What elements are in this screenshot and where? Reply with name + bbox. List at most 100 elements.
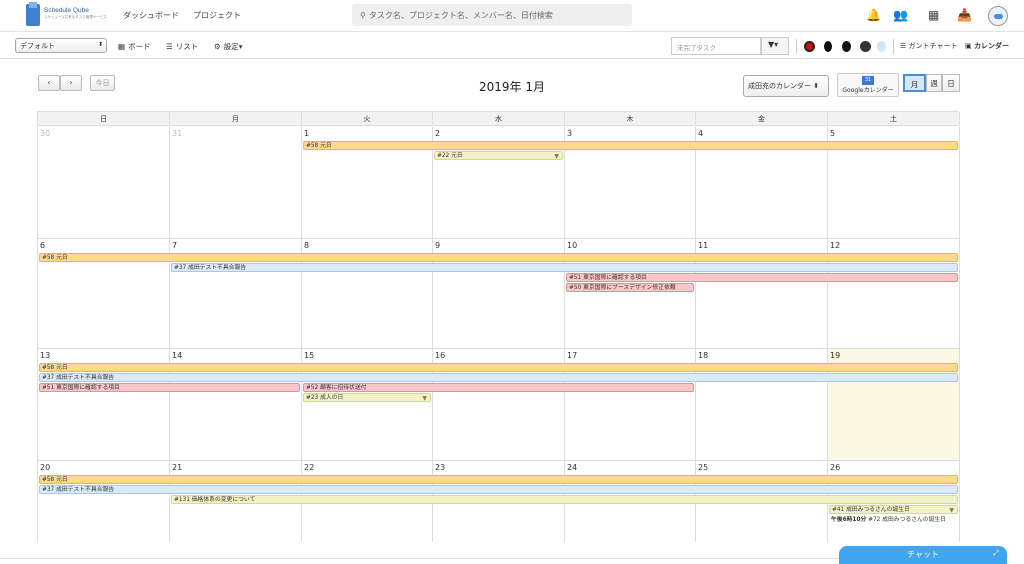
calendar-event[interactable]: #37 成田テスト不具合報告: [39, 485, 958, 494]
calendar-event[interactable]: #37 成田テスト不具合報告: [171, 263, 958, 272]
member-avatar[interactable]: [804, 41, 815, 52]
calendar-event[interactable]: #22 元日 ▼: [434, 151, 563, 160]
day-cell[interactable]: 30: [38, 127, 170, 238]
calendar-event[interactable]: #58 元日: [39, 475, 958, 484]
preset-select[interactable]: デフォルト ⬍: [15, 38, 107, 53]
day-number: 30: [40, 129, 51, 138]
day-number: 7: [172, 241, 178, 250]
day-number: 4: [698, 129, 704, 138]
google-calendar-label: Googleカレンダー: [842, 87, 894, 94]
gantt-icon: ☰: [900, 42, 909, 50]
calendar-event[interactable]: #58 元日: [39, 363, 958, 372]
calendar-event[interactable]: #37 成田テスト不具合報告: [39, 373, 958, 382]
select-arrows-icon: ⬍: [97, 41, 103, 48]
day-number: 6: [40, 241, 46, 250]
calendar-event[interactable]: #50 東京国際にブースデザイン修正依頼: [566, 283, 694, 292]
week-view-button[interactable]: 週: [926, 74, 942, 92]
gantt-view-link[interactable]: ☰ ガントチャート: [900, 41, 957, 51]
bell-icon[interactable]: 🔔: [866, 8, 881, 22]
settings-dropdown[interactable]: ⚙ 設定▾: [214, 41, 243, 52]
google-calendar-button[interactable]: 31 Googleカレンダー: [837, 73, 899, 97]
day-number: 14: [172, 351, 183, 360]
user-avatar[interactable]: [988, 6, 1008, 26]
cube-logo-icon: [26, 2, 40, 26]
chat-panel-toggle[interactable]: チャット ⤢: [839, 546, 1007, 564]
weekday-header: 火: [302, 112, 433, 126]
calendar-event[interactable]: #52 顧客に招待状送付: [303, 383, 694, 392]
separator: [796, 39, 797, 54]
calendar-icon: ▣: [965, 42, 975, 50]
day-number: 18: [698, 351, 709, 360]
day-number: 8: [304, 241, 310, 250]
day-cell[interactable]: 20: [38, 461, 170, 542]
calendar-view-link[interactable]: ▣ カレンダー: [965, 41, 1009, 51]
google-calendar-icon: 31: [862, 76, 874, 85]
filter-icon: ▼: [768, 40, 775, 49]
weekday-header: 木: [565, 112, 696, 126]
board-label: ボード: [128, 42, 151, 51]
day-number: 13: [40, 351, 51, 360]
calendar-event[interactable]: #51 東京国際に確認する項目: [566, 273, 958, 282]
day-number: 22: [304, 463, 315, 472]
day-number: 2: [435, 129, 441, 138]
global-search-input[interactable]: ⚲ タスク名、プロジェクト名、メンバー名、日付検索: [352, 4, 632, 26]
day-number: 10: [567, 241, 578, 250]
day-number: 21: [172, 463, 183, 472]
separator: [893, 39, 894, 54]
weekday-header: 月: [170, 112, 302, 126]
calendar-event[interactable]: #41 成田みつるさんの誕生日 ▼: [829, 505, 958, 514]
event-label: #22 元日: [437, 153, 463, 159]
logo-name: Schedule Qube: [44, 7, 89, 14]
day-cell[interactable]: 31: [170, 127, 302, 238]
nav-project[interactable]: プロジェクト: [193, 10, 241, 21]
expand-icon[interactable]: ⤢: [993, 549, 999, 558]
top-bar: Schedule Qube スケジュール共有＆タスク管理サービス ダッシュボード…: [0, 0, 1024, 32]
day-number: 17: [567, 351, 578, 360]
users-icon[interactable]: 👥: [893, 8, 908, 22]
settings-label: 設定: [223, 42, 239, 51]
calendar-select[interactable]: 成田充のカレンダー ⬍: [743, 75, 829, 97]
weekday-header: 土: [828, 112, 960, 126]
calendar-event[interactable]: #131 価格体系の変更について: [171, 495, 958, 504]
nav-dashboard[interactable]: ダッシュボード: [123, 10, 179, 21]
calendar-event[interactable]: #58 元日: [39, 253, 958, 262]
calendar-label: カレンダー: [974, 42, 1010, 50]
search-icon: ⚲: [360, 11, 366, 20]
day-number: 3: [567, 129, 573, 138]
inbox-icon[interactable]: 📥: [957, 8, 972, 22]
week-row: 6 7 8 9 10 11 12 #58 元日 #37 成田テスト不具合報告 #…: [38, 239, 960, 349]
day-view-button[interactable]: 日: [942, 74, 960, 92]
list-icon: ☰: [166, 42, 173, 51]
weekday-header: 金: [696, 112, 828, 126]
day-number: 12: [830, 241, 841, 250]
app-logo[interactable]: Schedule Qube スケジュール共有＆タスク管理サービス: [26, 2, 107, 28]
day-number: 25: [698, 463, 709, 472]
event-label: #72 成田みつるさんの誕生日: [868, 517, 946, 523]
board-view-button[interactable]: ▦ ボード: [118, 41, 151, 52]
month-view-button[interactable]: 月: [903, 74, 926, 92]
week-row: 30 31 1 2 3 4 5 #58 元日 #22 元日 ▼: [38, 127, 960, 239]
event-label: #41 成田みつるさんの誕生日: [832, 507, 910, 513]
triangle-down-icon: ▼: [422, 395, 427, 402]
grid-icon[interactable]: ▦: [928, 8, 939, 22]
bottom-divider: [0, 558, 839, 564]
chat-label: チャット: [907, 550, 939, 559]
calendar-event[interactable]: #23 成人の日 ▼: [303, 393, 431, 402]
day-number: 19: [830, 351, 841, 360]
member-avatar[interactable]: [877, 41, 886, 52]
week-row: 13 14 15 16 17 18 19 #58 元日 #37 成田テスト不具合…: [38, 349, 960, 461]
member-avatar[interactable]: [842, 41, 851, 52]
calendar-event[interactable]: #51 東京国際に確認する項目: [39, 383, 300, 392]
day-number: 31: [172, 129, 183, 138]
day-number: 5: [830, 129, 836, 138]
incomplete-task-filter[interactable]: 未完了タスク: [671, 37, 761, 55]
member-avatar[interactable]: [824, 41, 832, 52]
member-avatar[interactable]: [860, 41, 871, 52]
timed-event[interactable]: 午後6時10分 #72 成田みつるさんの誕生日: [831, 516, 946, 524]
calendar-event[interactable]: #58 元日: [303, 141, 958, 150]
filter-button[interactable]: ▼▾: [761, 37, 789, 55]
month-grid: 日 月 火 水 木 金 土 30 31 1 2 3 4 5 #58 元日 #22…: [37, 111, 960, 542]
calendar-select-value: 成田充のカレンダー: [748, 82, 811, 90]
day-number: 15: [304, 351, 315, 360]
list-view-button[interactable]: ☰ リスト: [166, 41, 198, 52]
